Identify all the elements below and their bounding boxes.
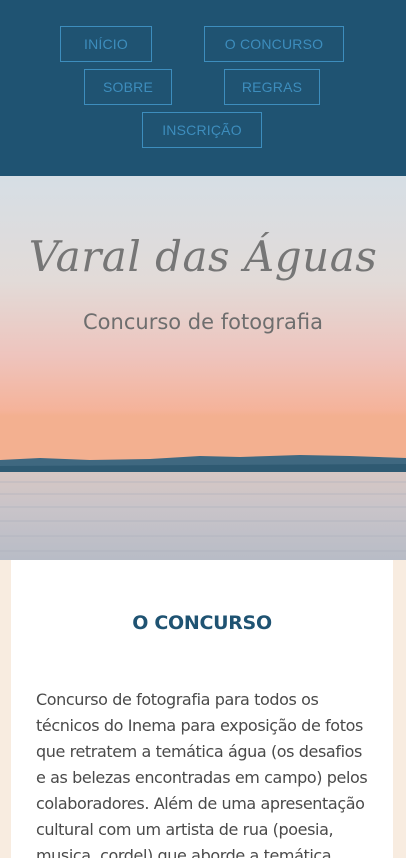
- top-navigation: INÍCIO O CONCURSO SOBRE REGRAS INSCRIÇÃO: [0, 0, 406, 176]
- section-paragraph: Concurso de fotografia para todos os téc…: [36, 690, 368, 858]
- hero-subtitle: Concurso de fotografia: [83, 310, 323, 334]
- content-card: O CONCURSO Concurso de fotografia para t…: [11, 560, 393, 858]
- nav-button-inicio[interactable]: INÍCIO: [60, 26, 152, 62]
- nav-button-inscricao[interactable]: INSCRIÇÃO: [142, 112, 262, 148]
- section-title: O CONCURSO: [132, 612, 272, 634]
- nav-button-regras[interactable]: REGRAS: [224, 69, 320, 105]
- nav-button-o-concurso[interactable]: O CONCURSO: [204, 26, 344, 62]
- hero-title: Varal das Águas: [28, 232, 378, 281]
- hero-banner: Varal das Águas Concurso de fotografia: [0, 176, 406, 560]
- nav-button-sobre[interactable]: SOBRE: [84, 69, 172, 105]
